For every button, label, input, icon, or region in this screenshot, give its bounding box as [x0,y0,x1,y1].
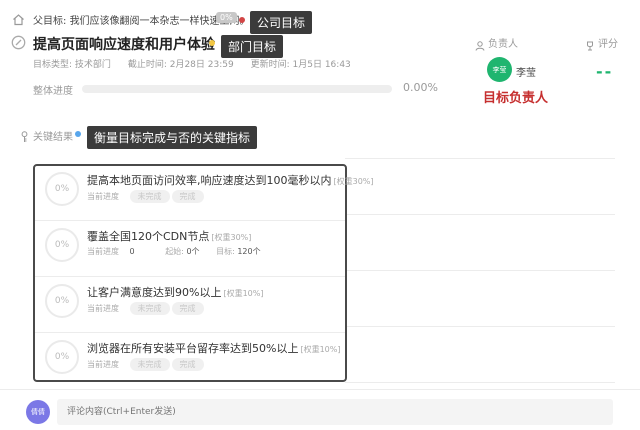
kr-status: 当前进度 0 起始: 0个 目标: 120个 [87,247,261,256]
kr-title: 让客户满意度达到90%以上 [权重10%] [87,286,264,299]
kr-status: 当前进度 未完成 完成 [87,302,206,315]
score-header: 评分 [598,39,618,50]
kr-progress-circle: 0% [45,284,79,318]
kr-start-value: 0个 [186,247,200,256]
kr-title: 覆盖全国120个CDN节点 [权重30%] [87,230,252,243]
comment-divider [0,389,640,390]
owner-header: 负责人 [488,39,518,50]
deadline-value: 2月28日 23:59 [169,60,234,70]
key-result-item[interactable]: 0% 提高本地页面访问效率,响应速度达到100毫秒以内 [权重30%] 当前进度 … [35,166,374,221]
divider [345,214,615,215]
divider [345,270,615,271]
user-icon [475,36,485,55]
kr-complete-button[interactable]: 完成 [171,190,204,203]
kr-title: 浏览器在所有安装平台留存率达到50%以上 [权重10%] [87,342,341,355]
kr-progress-circle: 0% [45,172,79,206]
commenter-avatar: 倩倩 [26,400,50,424]
kr-section-label: 关键结果 [33,132,73,143]
progress-label: 整体进度 [33,86,73,97]
kr-status: 当前进度 未完成 完成 [87,358,206,371]
key-result-item[interactable]: 0% 让客户满意度达到90%以上 [权重10%] 当前进度 未完成 完成 [35,278,345,333]
kr-dot [75,131,81,137]
callout-owner: 目标负责人 [483,91,549,106]
kr-incomplete-button[interactable]: 未完成 [129,358,170,371]
score-value: -- [596,62,614,81]
parent-label: 父目标: [33,16,67,27]
owner-avatar[interactable]: 李莹 [487,57,512,82]
deadline-label: 截止时间: [127,60,167,70]
home-icon [12,11,25,30]
kr-title: 提高本地页面访问效率,响应速度达到100毫秒以内 [权重30%] [87,174,374,187]
updated-label: 更新时间: [250,60,290,70]
key-icon [20,128,29,147]
progress-value: 0.00% [403,81,438,94]
owner-name[interactable]: 李莹 [516,64,536,79]
kr-progress-circle: 0% [45,228,79,262]
updated-value: 1月5日 16:43 [292,60,351,70]
divider [345,158,615,159]
key-result-item[interactable]: 0% 浏览器在所有安装平台留存率达到50%以上 [权重10%] 当前进度 未完成完… [35,334,345,376]
kr-incomplete-button[interactable]: 未完成 [129,190,170,203]
parent-progress-badge: 0% [216,12,237,23]
edit-objective-icon[interactable] [11,35,26,54]
callout-department-goal: 部门目标 [221,35,284,58]
divider [345,382,615,383]
callout-key-results: 衡量目标完成与否的关键指标 [87,126,258,149]
kr-current-value[interactable]: 0 [130,247,135,256]
overall-progress-bar [82,85,392,93]
kr-target-value: 120个 [237,247,261,256]
company-dot [239,17,245,23]
department-dot [209,40,215,46]
objective-title: 提高页面响应速度和用户体验 [33,37,215,53]
type-value: 技术部门 [74,60,111,70]
type-label: 目标类型: [33,60,73,70]
kr-status: 当前进度 未完成 完成 [87,190,206,203]
objective-meta: 目标类型: 技术部门 截止时间: 2月28日 23:59 更新时间: 1月5日 … [33,57,351,70]
kr-complete-button[interactable]: 完成 [171,358,204,371]
kr-progress-circle: 0% [45,340,79,374]
trophy-icon [585,36,595,55]
kr-incomplete-button[interactable]: 未完成 [129,302,170,315]
divider [345,326,615,327]
callout-company-goal: 公司目标 [250,11,313,34]
key-result-item[interactable]: 0% 覆盖全国120个CDN节点 [权重30%] 当前进度 0 起始: 0个 目标… [35,222,345,277]
kr-complete-button[interactable]: 完成 [171,302,204,315]
comment-input[interactable] [57,399,613,425]
